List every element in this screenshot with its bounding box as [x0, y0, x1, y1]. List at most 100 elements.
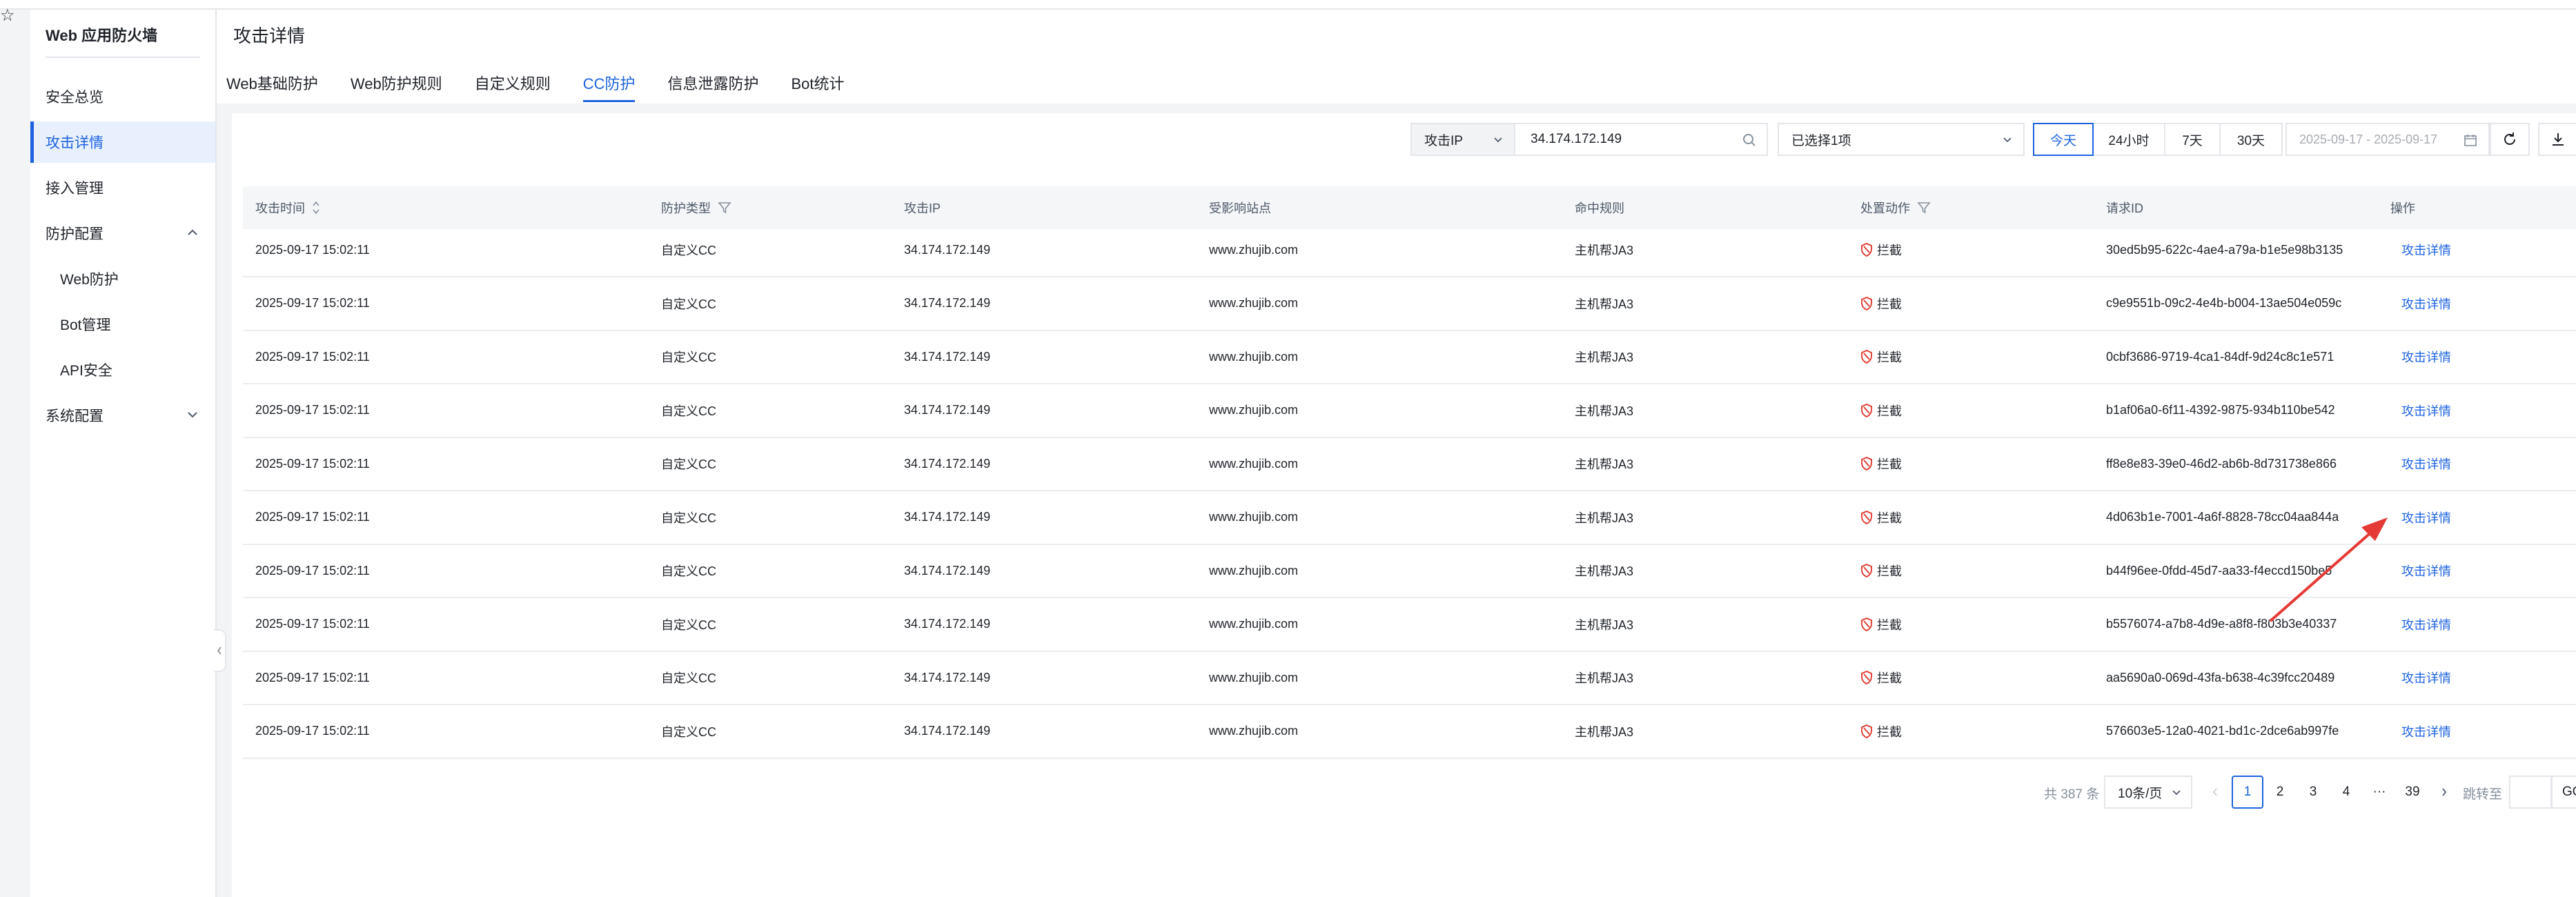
page-1-button[interactable]: 1 [2232, 776, 2263, 809]
shield-block-icon [1861, 510, 1872, 524]
page-4-button[interactable]: 4 [2330, 776, 2362, 809]
attack-details-link[interactable]: 攻击详情 [2401, 544, 2451, 597]
cell-attack-time: 2025-09-17 15:02:11 [255, 456, 370, 471]
sidebar-item-api[interactable]: API安全 [30, 349, 215, 391]
sidebar-group-system[interactable]: 系统配置 [30, 395, 215, 436]
col-attack-time[interactable]: 攻击时间 [255, 186, 320, 229]
page-2-button[interactable]: 2 [2264, 776, 2296, 809]
cell-protection-type: 自定义CC [661, 618, 716, 632]
cell-attack-ip: 34.174.172.149 [904, 510, 991, 524]
cell-hit-rule: 主机帮JA3 [1575, 671, 1634, 685]
sidebar-item-label: 安全总览 [46, 90, 104, 106]
cell-attack-ip: 34.174.172.149 [904, 563, 991, 578]
cell-attack-time: 2025-09-17 15:02:11 [255, 242, 370, 257]
prev-page-button[interactable] [2201, 776, 2229, 809]
sort-icon[interactable] [312, 200, 320, 215]
shield-block-icon [1861, 724, 1872, 738]
range-24h-button[interactable]: 24小时 [2092, 123, 2165, 156]
range-7d-button[interactable]: 7天 [2164, 123, 2221, 156]
time-range-group: 今天 24小时 7天 30天 [2033, 123, 2283, 156]
cell-hit-rule: 主机帮JA3 [1575, 457, 1634, 471]
tab-custom-rules[interactable]: 自定义规则 [475, 72, 551, 101]
sidebar-item-bot[interactable]: Bot管理 [30, 304, 215, 345]
table-row: 2025-09-17 15:02:11 自定义CC 34.174.172.149 ww… [243, 437, 2576, 491]
col-protection-type: 防护类型 [661, 186, 731, 229]
page-title: 攻击详情 [233, 26, 306, 46]
multi-select-value: 已选择1项 [1791, 133, 1851, 148]
tab-info-leak[interactable]: 信息泄露防护 [667, 72, 758, 101]
action-label: 拦截 [1877, 618, 1902, 632]
page-39-button[interactable]: 39 [2397, 776, 2428, 809]
cell-request-id: aa5690a0-069d-43fa-b638-4c39fcc20489 [2106, 670, 2335, 684]
attack-details-link[interactable]: 攻击详情 [2401, 705, 2451, 758]
search-type-select[interactable]: 攻击IP [1410, 123, 1514, 156]
next-page-button[interactable] [2430, 776, 2458, 809]
search-input[interactable]: 34.174.172.149 [1514, 123, 1768, 156]
pagination-total: 共 387 条 [2044, 787, 2100, 802]
cell-attack-time: 2025-09-17 15:02:11 [255, 563, 370, 578]
attack-details-link[interactable]: 攻击详情 [2401, 437, 2451, 490]
table-row: 2025-09-17 15:02:11 自定义CC 34.174.172.149 ww… [243, 331, 2576, 384]
sidebar-item-label: Bot管理 [60, 317, 111, 333]
attack-details-link[interactable]: 攻击详情 [2401, 598, 2451, 651]
page-ellipsis[interactable]: ··· [2363, 776, 2395, 809]
col-label: 处置动作 [1860, 201, 1910, 215]
action-label: 拦截 [1877, 244, 1902, 257]
attack-details-link[interactable]: 攻击详情 [2401, 384, 2451, 437]
go-button[interactable]: GO [2551, 776, 2576, 809]
cell-protection-type: 自定义CC [661, 564, 716, 578]
search-icon[interactable] [1742, 132, 1757, 148]
shield-block-icon [1861, 671, 1872, 684]
attack-details-link[interactable]: 攻击详情 [2401, 277, 2451, 330]
range-today-button[interactable]: 今天 [2033, 123, 2094, 156]
sidebar-item-overview[interactable]: 安全总览 [30, 76, 215, 117]
table-row: 2025-09-17 15:02:11 自定义CC 34.174.172.149 ww… [243, 277, 2576, 331]
multi-select[interactable]: 已选择1项 [1778, 123, 2025, 156]
sidebar-item-web-protection[interactable]: Web防护 [30, 258, 215, 299]
attack-details-link[interactable]: 攻击详情 [2401, 331, 2451, 383]
table-row: 2025-09-17 15:02:11 自定义CC 34.174.172.149 ww… [243, 651, 2576, 705]
tab-web-rules[interactable]: Web防护规则 [351, 72, 442, 101]
sidebar-item-attack-details[interactable]: 攻击详情 [30, 121, 215, 163]
date-range-picker[interactable]: 2025-09-17 - 2025-09-17 [2285, 123, 2490, 156]
cell-affected-site: www.zhujib.com [1209, 242, 1299, 257]
cell-action: 拦截 [1860, 491, 1902, 544]
cell-attack-ip: 34.174.172.149 [904, 670, 991, 684]
filter-icon[interactable] [1917, 201, 1931, 215]
cell-attack-ip: 34.174.172.149 [904, 349, 991, 364]
page-3-button[interactable]: 3 [2297, 776, 2329, 809]
attack-details-link[interactable]: 攻击详情 [2401, 491, 2451, 544]
attack-details-link[interactable]: 攻击详情 [2401, 651, 2451, 704]
cell-attack-ip: 34.174.172.149 [904, 242, 991, 257]
range-30d-button[interactable]: 30天 [2219, 123, 2283, 156]
page-size-select[interactable]: 10条/页 [2104, 776, 2192, 809]
cell-action: 拦截 [1860, 384, 1902, 437]
sidebar-item-label: 系统配置 [46, 408, 104, 424]
cell-attack-time: 2025-09-17 15:02:11 [255, 724, 370, 738]
cell-attack-ip: 34.174.172.149 [904, 403, 991, 417]
cell-protection-type: 自定义CC [661, 404, 716, 418]
jump-page-input[interactable] [2509, 776, 2552, 809]
cell-affected-site: www.zhujib.com [1209, 510, 1299, 524]
col-request-id: 请求ID [2106, 201, 2143, 215]
filter-icon[interactable] [718, 201, 731, 215]
tab-cc-protection[interactable]: CC防护 [582, 72, 635, 102]
refresh-button[interactable] [2490, 123, 2530, 156]
cell-affected-site: www.zhujib.com [1209, 349, 1299, 364]
cell-request-id: b1af06a0-6f11-4392-9875-934b110be542 [2106, 403, 2335, 417]
sidebar-group-protection[interactable]: 防护配置 [30, 213, 215, 254]
sidebar-collapse-handle[interactable] [214, 629, 226, 672]
attack-details-link[interactable]: 攻击详情 [2401, 224, 2451, 276]
sidebar-item-access[interactable]: 接入管理 [30, 167, 215, 208]
col-label: 攻击时间 [255, 201, 305, 215]
col-label: 防护类型 [661, 201, 711, 215]
cell-hit-rule: 主机帮JA3 [1575, 351, 1634, 364]
tab-web-basic[interactable]: Web基础防护 [226, 72, 318, 101]
cell-attack-time: 2025-09-17 15:02:11 [255, 617, 370, 631]
star-icon[interactable]: ☆ [0, 6, 15, 26]
download-button[interactable] [2538, 123, 2576, 156]
col-affected-site: 受影响站点 [1209, 201, 1271, 215]
page-header: 攻击详情 Web基础防护 Web防护规则 自定义规则 CC防护 信息泄露防护 B… [217, 10, 2576, 103]
tab-bot-stats[interactable]: Bot统计 [792, 72, 845, 101]
cell-hit-rule: 主机帮JA3 [1575, 511, 1634, 525]
